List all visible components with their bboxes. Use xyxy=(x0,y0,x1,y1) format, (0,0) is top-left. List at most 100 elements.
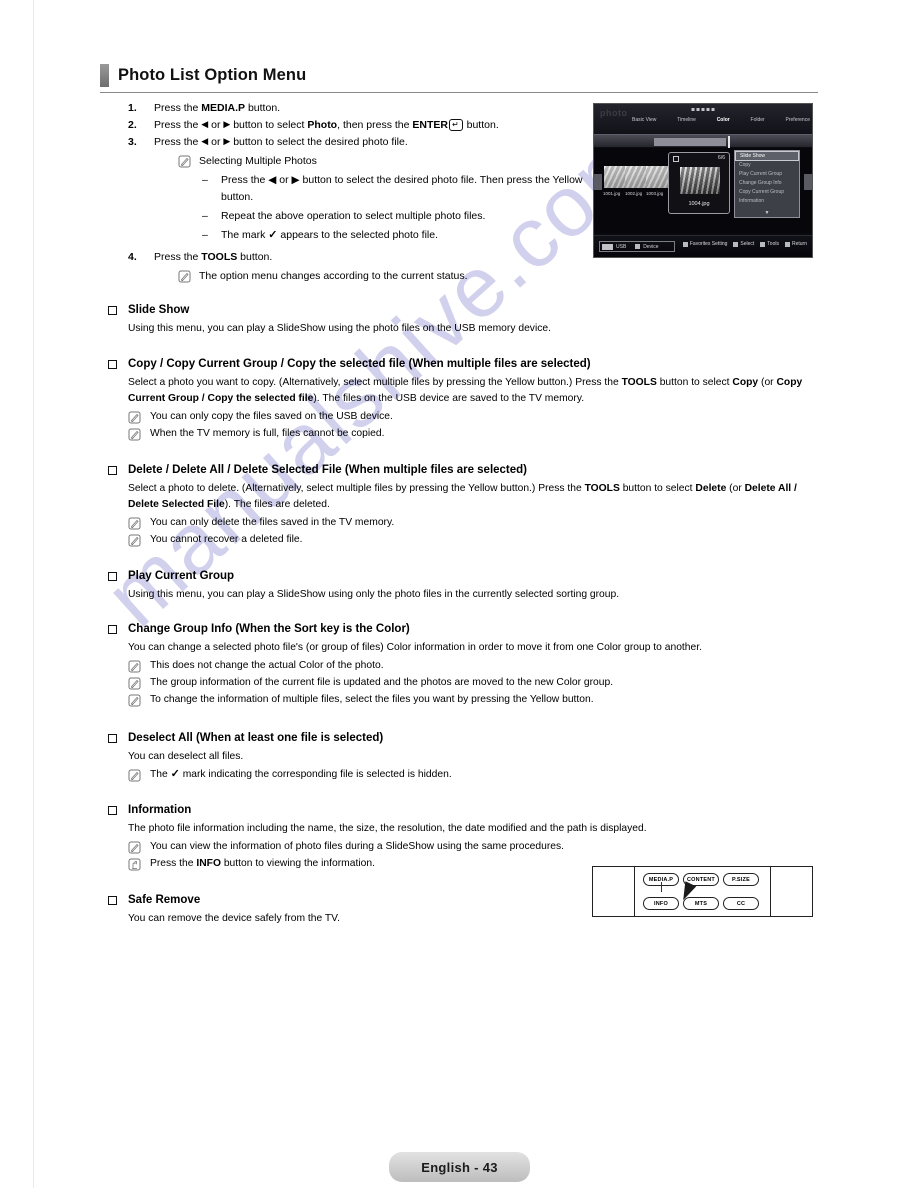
dash-item: – Repeat the above operation to select m… xyxy=(202,208,588,225)
page-left-margin xyxy=(0,0,34,1188)
section-information: Information The photo file information i… xyxy=(108,803,820,871)
step-2-bold-photo: Photo xyxy=(307,119,338,131)
page-footer: English - 43 xyxy=(389,1152,530,1182)
info-note-c: button to viewing the information. xyxy=(220,858,375,869)
tv-menu-item-copy[interactable]: Copy xyxy=(735,161,799,170)
step-4-number: 4. xyxy=(128,251,137,263)
remote-control-figure: MEDIA.P CONTENT P.SIZE INFO MTS CC xyxy=(592,866,813,917)
step-3-note-text: Selecting Multiple Photos xyxy=(199,155,317,167)
copy-body-a: Select a photo you want to copy. (Altern… xyxy=(128,377,622,388)
deselect-note-b: mark indicating the corresponding file i… xyxy=(179,769,452,780)
section-heading: Change Group Info (When the Sort key is … xyxy=(108,622,820,637)
tv-menu-item-slide-show[interactable]: Slide Show xyxy=(735,151,799,161)
note-text: You can only copy the files saved on the… xyxy=(150,411,393,422)
tv-usb-label: USB xyxy=(616,243,627,250)
note-text: You can view the information of photo fi… xyxy=(150,841,565,852)
note-row: The group information of the current fil… xyxy=(128,675,820,690)
tv-device-label: Device xyxy=(643,243,659,250)
step-2: 2. Press the ◀ or ▶ button to select Pho… xyxy=(128,117,588,134)
dash-item: – The mark ✓ appears to the selected pho… xyxy=(202,227,588,244)
note-icon xyxy=(128,841,141,854)
tv-tab-preference[interactable]: Preference xyxy=(786,117,810,123)
step-1-part-c: button. xyxy=(245,102,281,114)
square-bullet-icon xyxy=(108,360,117,369)
dash-text-b: appears to the selected photo file. xyxy=(277,229,439,241)
tv-prev-arrow[interactable] xyxy=(594,174,602,190)
tv-menu-item-copy-current-group[interactable]: Copy Current Group xyxy=(735,188,799,197)
tv-selected-photo[interactable]: 6/6 1004.jpg xyxy=(668,152,730,214)
tv-logo: photo xyxy=(600,108,628,118)
step-3-or: or xyxy=(208,136,224,148)
tv-next-arrow[interactable] xyxy=(804,174,812,190)
select-key-icon xyxy=(733,241,739,247)
tv-hint-tools: Tools xyxy=(760,241,779,247)
tv-hint-favorites: Favorites Setting xyxy=(682,241,727,247)
chevron-down-icon[interactable]: ▼ xyxy=(765,210,770,216)
remote-button-info[interactable]: INFO xyxy=(643,897,679,910)
tv-tab-timeline[interactable]: Timeline xyxy=(677,117,696,123)
tv-tab-folder[interactable]: Folder xyxy=(751,117,765,123)
tv-tab-basic-view[interactable]: Basic View xyxy=(632,117,656,123)
step-4-text: Press the TOOLS button. The option menu … xyxy=(154,249,588,285)
square-bullet-icon xyxy=(108,306,117,315)
instruction-steps: 1. Press the MEDIA.P button. 2. Press th… xyxy=(128,100,588,285)
tv-menu-item-change-group-info[interactable]: Change Group Info xyxy=(735,179,799,188)
tv-tab-color[interactable]: Color xyxy=(717,117,730,123)
tv-screen-figure: photo Basic View Timeline Color Folder P… xyxy=(593,103,813,258)
note-icon xyxy=(128,534,141,547)
note-row: You can only copy the files saved on the… xyxy=(128,409,820,424)
copy-body-c: button to select xyxy=(656,377,733,388)
section-change-group-info: Change Group Info (When the Sort key is … xyxy=(108,622,820,707)
tv-select-checkbox[interactable] xyxy=(673,156,679,162)
dash-marker: – xyxy=(202,210,208,222)
note-icon xyxy=(178,270,191,283)
page-title: Photo List Option Menu xyxy=(118,66,307,85)
tools-key-icon xyxy=(760,241,766,247)
tv-key-hints: Favorites Setting Select Tools Return xyxy=(682,241,807,247)
section-heading-text: Deselect All (When at least one file is … xyxy=(128,732,384,744)
note-row: You can view the information of photo fi… xyxy=(128,839,820,854)
step-2-part-d: button. xyxy=(463,119,499,131)
delete-body-tools: TOOLS xyxy=(584,483,620,494)
tv-top-bar: photo Basic View Timeline Color Folder P… xyxy=(594,104,812,134)
step-2-or: or xyxy=(208,119,224,131)
return-key-icon xyxy=(784,241,790,247)
square-bullet-icon xyxy=(108,806,117,815)
page-header: Photo List Option Menu xyxy=(100,64,818,93)
dash-text: The mark ✓ appears to the selected photo… xyxy=(221,227,588,244)
info-note-a: Press the xyxy=(150,858,197,869)
section-heading: Delete / Delete All / Delete Selected Fi… xyxy=(108,463,820,478)
delete-body-delete: Delete xyxy=(695,483,727,494)
tv-scroll-thumb[interactable] xyxy=(654,138,726,146)
remote-button-cc[interactable]: CC xyxy=(723,897,759,910)
note-text: The ✓ mark indicating the corresponding … xyxy=(150,767,452,782)
dash-text-a: The mark xyxy=(221,229,269,241)
tv-menu-item-information[interactable]: Information xyxy=(735,197,799,206)
section-notes: The ✓ mark indicating the corresponding … xyxy=(128,767,820,782)
copy-body-g: ). The files on the USB device are saved… xyxy=(313,393,585,404)
step-3-line: Press the ◀ or ▶ button to select the de… xyxy=(154,134,588,151)
delete-body-a: Select a photo to delete. (Alternatively… xyxy=(128,483,585,494)
section-heading-text: Slide Show xyxy=(128,304,190,316)
section-play-current-group: Play Current Group Using this menu, you … xyxy=(108,569,820,603)
note-text: When the TV memory is full, files cannot… xyxy=(150,428,385,439)
header-accent-bar xyxy=(100,64,109,87)
tv-scroll-bar[interactable] xyxy=(594,134,812,148)
note-icon xyxy=(128,677,141,690)
section-heading-text: Change Group Info (When the Sort key is … xyxy=(128,623,410,635)
tv-menu-item-play-current-group[interactable]: Play Current Group xyxy=(735,170,799,179)
step-4-note: The option menu changes according to the… xyxy=(178,268,588,285)
manual-page: manualshive.com Photo List Option Menu 1… xyxy=(0,0,918,1188)
tv-page-dots xyxy=(691,108,715,111)
step-3-part-a: Press the xyxy=(154,136,202,148)
step-3-dash-list: – Press the ◀ or ▶ button to select the … xyxy=(202,172,588,244)
note-row: This does not change the actual Color of… xyxy=(128,658,820,673)
step-2-part-a: Press the xyxy=(154,119,202,131)
tv-thumbnail-caption: 1003.jpg xyxy=(646,191,664,196)
tv-footer-bar: USB Device Favorites Setting Select Tool… xyxy=(594,235,812,257)
section-body: Using this menu, you can play a SlideSho… xyxy=(128,589,620,600)
note-row: You can only delete the files saved in t… xyxy=(128,515,820,530)
delete-body-g: ). The files are deleted. xyxy=(224,499,330,510)
note-text: You can only delete the files saved in t… xyxy=(150,517,395,528)
remote-button-psize[interactable]: P.SIZE xyxy=(723,873,759,886)
